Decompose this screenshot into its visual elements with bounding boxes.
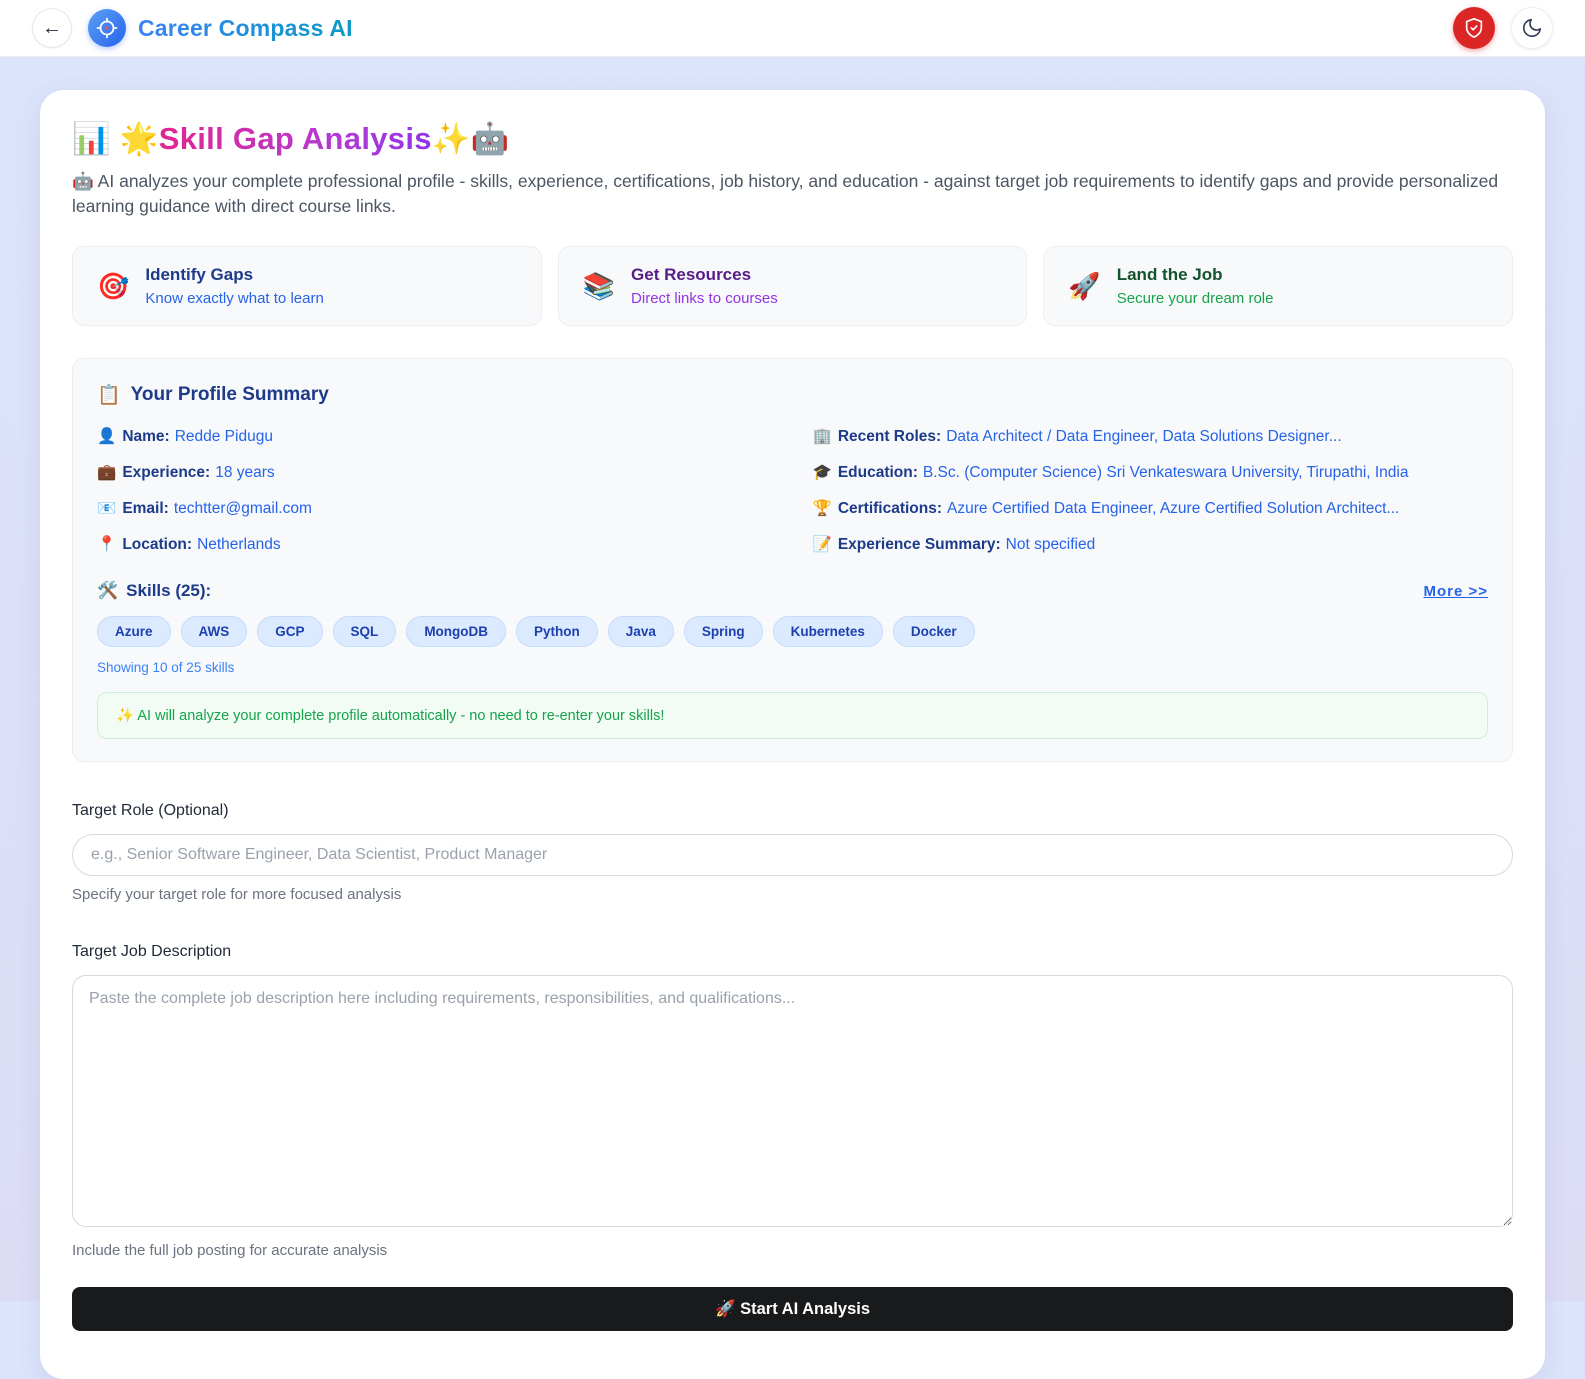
profile-fields-left: 👤 Name: Redde Pidugu 💼 Experience: 18 years … [97, 427, 773, 556]
profile-field-recent-roles: 🏢 Recent Roles: Data Architect / Data Engi… [812, 427, 1342, 445]
skill-chip: Java [607, 616, 674, 648]
skills-chip-list: Azure AWS GCP SQL MongoDB Python Java Sp… [97, 616, 1488, 648]
star-emoji: 🌟 [119, 121, 159, 156]
briefcase-emoji-icon: 💼 [97, 463, 117, 481]
skills-more-link[interactable]: More >> [1423, 583, 1488, 600]
person-emoji-icon: 👤 [97, 427, 117, 445]
profile-summary-panel: 📋 Your Profile Summary 👤 Name: Redde Pidug… [72, 357, 1513, 763]
bar-chart-emoji: 📊 [72, 121, 111, 156]
feature-subtitle: Direct links to courses [631, 289, 778, 307]
skills-showing-count: Showing 10 of 25 skills [97, 660, 235, 676]
brand: Career Compass AI [88, 9, 353, 47]
skill-chip: Spring [683, 616, 763, 648]
start-ai-analysis-button[interactable]: 🚀 Start AI Analysis [72, 1287, 1513, 1332]
feature-subtitle: Know exactly what to learn [145, 289, 324, 307]
app-title: Career Compass AI [138, 14, 353, 41]
moon-icon [1522, 18, 1542, 38]
top-bar: ← Career Compass AI [0, 0, 1585, 57]
back-arrow-icon: ← [42, 16, 62, 39]
job-description-textarea[interactable] [72, 975, 1513, 1228]
job-description-helper: Include the full job posting for accurat… [72, 1242, 388, 1260]
tools-emoji-icon: 🛠️ [97, 581, 119, 601]
profile-field-education: 🎓 Education: B.Sc. (Computer Science) Sri … [812, 463, 1409, 481]
memo-emoji-icon: 📝 [812, 535, 832, 553]
page-description: 🤖 AI analyzes your complete professional… [72, 171, 1499, 217]
skill-chip: GCP [257, 616, 323, 648]
profile-field-experience: 💼 Experience: 18 years [97, 463, 275, 481]
profile-field-name: 👤 Name: Redde Pidugu [97, 427, 273, 445]
trophy-emoji-icon: 🏆 [812, 499, 832, 517]
skill-chip: Python [516, 616, 598, 648]
target-role-helper: Specify your target role for more focuse… [72, 886, 402, 904]
feature-title: Land the Job [1116, 264, 1223, 284]
feature-subtitle: Secure your dream role [1116, 289, 1274, 307]
graduation-cap-emoji-icon: 🎓 [812, 463, 832, 481]
skill-chip: SQL [332, 616, 397, 648]
page-title-text: Skill Gap Analysis [158, 121, 432, 156]
profile-summary-heading: 📋 Your Profile Summary [97, 383, 329, 406]
target-role-label: Target Role (Optional) [72, 802, 229, 820]
feature-card-get-resources: 📚 Get Resources Direct links to courses [557, 245, 1028, 326]
books-emoji-icon: 📚 [582, 270, 616, 301]
feature-cards-row: 🎯 Identify Gaps Know exactly what to lea… [72, 245, 1514, 326]
target-emoji-icon: 🎯 [97, 270, 130, 301]
feature-title: Get Resources [631, 264, 752, 284]
office-emoji-icon: 🏢 [812, 427, 832, 445]
skill-chip: Kubernetes [772, 616, 883, 648]
topbar-actions [1453, 7, 1553, 49]
skill-chip: AWS [180, 616, 248, 648]
back-button[interactable]: ← [32, 8, 72, 48]
email-emoji-icon: 📧 [97, 499, 117, 517]
rocket-emoji-icon: 🚀 [1068, 270, 1101, 301]
ai-auto-analyze-note: ✨ AI will analyze your complete profile … [97, 692, 1488, 740]
shield-check-button[interactable] [1453, 7, 1495, 49]
skill-gap-analysis-card: 📊 🌟Skill Gap Analysis✨🤖 🤖 AI analyzes yo… [40, 90, 1545, 1379]
shield-check-icon [1465, 18, 1483, 38]
dark-mode-toggle[interactable] [1511, 7, 1553, 49]
clipboard-emoji-icon: 📋 [97, 384, 121, 406]
skill-chip: Docker [892, 616, 975, 648]
feature-title: Identify Gaps [145, 264, 254, 284]
target-role-input[interactable] [72, 834, 1513, 877]
pin-emoji-icon: 📍 [97, 535, 117, 553]
sparkles-robot-emoji: ✨🤖 [431, 121, 510, 156]
feature-card-land-the-job: 🚀 Land the Job Secure your dream role [1043, 245, 1514, 326]
profile-field-email: 📧 Email: techtter@gmail.com [97, 499, 312, 517]
profile-fields-grid: 👤 Name: Redde Pidugu 💼 Experience: 18 years … [97, 427, 1488, 556]
profile-fields-right: 🏢 Recent Roles: Data Architect / Data Engi… [813, 427, 1489, 556]
skill-chip: MongoDB [406, 616, 507, 648]
job-description-label: Target Job Description [72, 943, 232, 961]
compass-logo-icon [88, 9, 126, 47]
skills-header-row: 🛠️ Skills (25): More >> [97, 581, 1488, 601]
feature-card-identify-gaps: 🎯 Identify Gaps Know exactly what to lea… [72, 245, 542, 326]
profile-field-experience-summary: 📝 Experience Summary: Not specified [812, 535, 1096, 553]
skill-chip: Azure [97, 616, 171, 648]
page-title: 📊 🌟Skill Gap Analysis✨🤖 [72, 120, 1513, 157]
profile-field-location: 📍 Location: Netherlands [97, 535, 281, 553]
profile-field-certifications: 🏆 Certifications: Azure Certified Data Eng… [812, 499, 1400, 517]
skills-heading: 🛠️ Skills (25): [97, 581, 212, 601]
